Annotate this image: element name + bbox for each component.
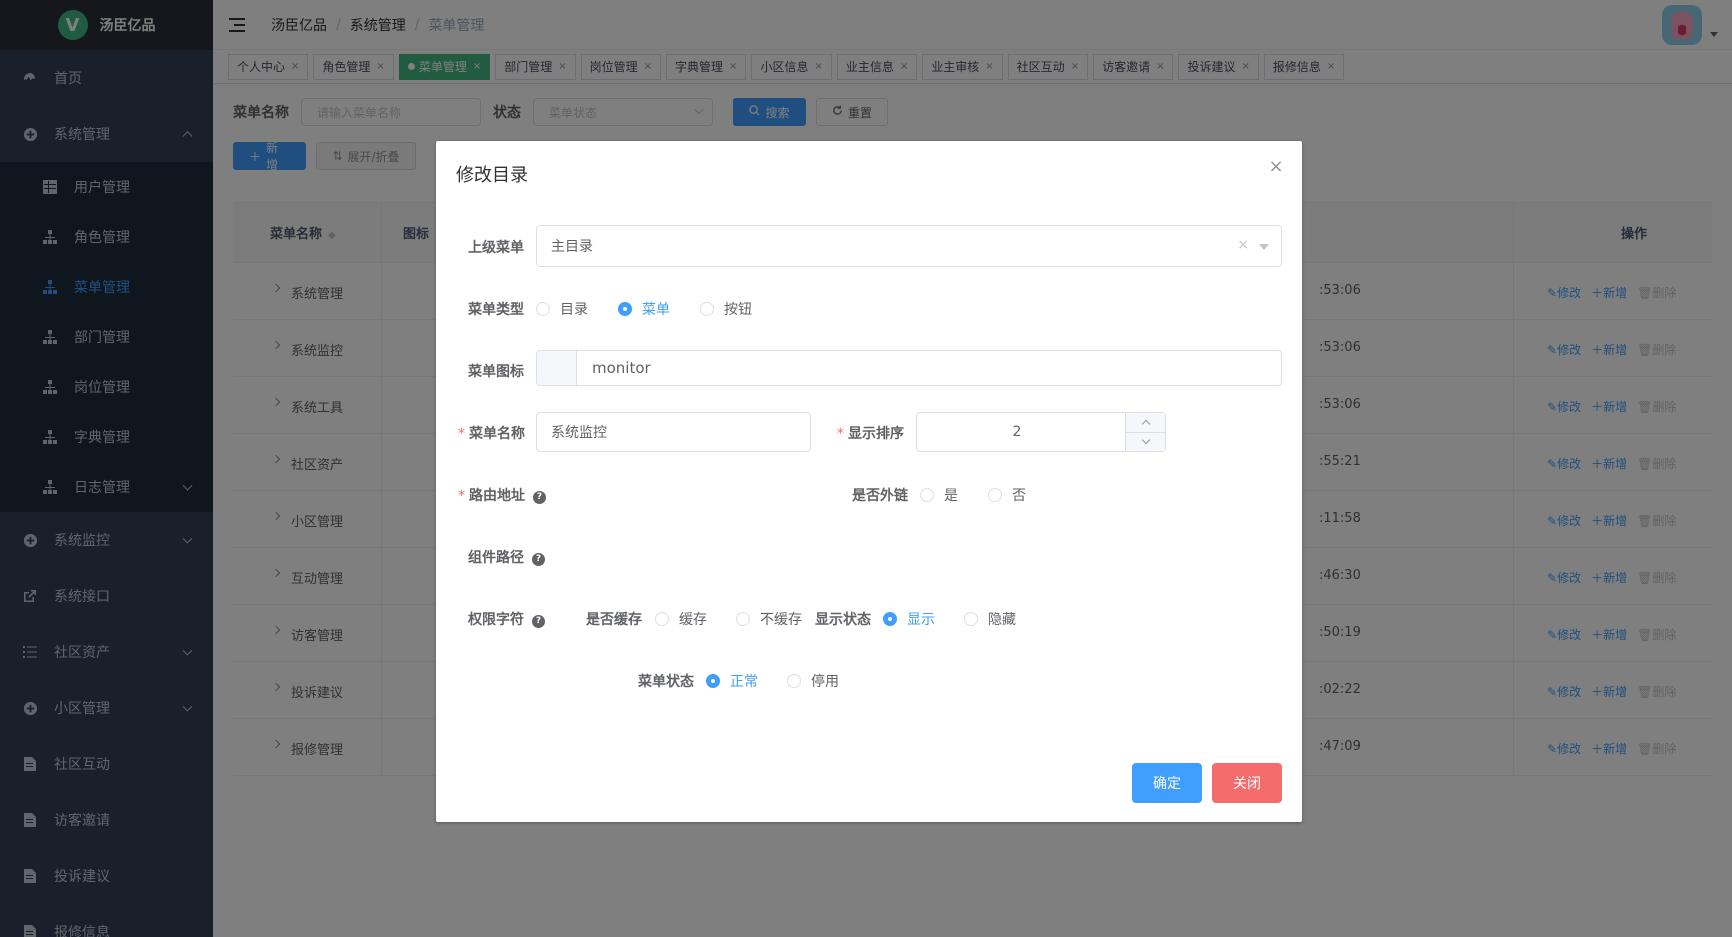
sort-order-value: 2 [1012, 424, 1022, 440]
cache-label: 是否缓存 [586, 612, 642, 628]
parent-menu-select[interactable]: 主目录 × [536, 225, 1282, 267]
question-icon: ? [533, 490, 546, 504]
menu-icon-label: 菜单图标 [468, 364, 524, 380]
sort-order-label: * 显示排序 [837, 426, 904, 442]
close-icon[interactable]: × [1268, 158, 1284, 176]
menu-icon-input[interactable]: monitor [536, 350, 1282, 386]
radio-cache-no[interactable]: 不缓存 [736, 609, 802, 629]
radio-type-directory[interactable]: 目录 [536, 299, 588, 319]
radio-cache-yes[interactable]: 缓存 [655, 609, 707, 629]
menu-name-label: * 菜单名称 [458, 426, 525, 442]
menu-status-label: 菜单状态 [638, 674, 694, 690]
component-path-label: 组件路径? [468, 547, 545, 567]
visible-status-label: 显示状态 [815, 612, 871, 628]
radio-type-button[interactable]: 按钮 [700, 299, 752, 319]
dialog-title: 修改目录 [456, 165, 528, 186]
edit-menu-dialog: 修改目录 × 上级菜单 主目录 × 菜单类型 目录 菜单 按钮 菜单图标 mon… [436, 141, 1302, 822]
chevron-up-icon[interactable] [1126, 413, 1165, 433]
permission-label: 权限字符? [468, 609, 545, 629]
radio-status-disabled[interactable]: 停用 [787, 671, 839, 691]
caret-down-icon [1259, 244, 1269, 250]
chevron-down-icon[interactable] [1126, 432, 1165, 451]
clear-icon[interactable]: × [1237, 237, 1249, 253]
radio-visible-show[interactable]: 显示 [883, 609, 935, 629]
radio-external-yes[interactable]: 是 [920, 485, 958, 505]
radio-visible-hide[interactable]: 隐藏 [964, 609, 1016, 629]
monitor-icon [537, 351, 577, 385]
question-icon: ? [532, 614, 545, 628]
menu-name-input[interactable]: 系统监控 [536, 412, 811, 452]
menu-type-label: 菜单类型 [468, 302, 524, 318]
radio-status-normal[interactable]: 正常 [706, 671, 758, 691]
close-button[interactable]: 关闭 [1212, 763, 1282, 803]
confirm-button[interactable]: 确定 [1132, 763, 1202, 803]
parent-menu-label: 上级菜单 [468, 240, 524, 256]
radio-type-menu[interactable]: 菜单 [618, 299, 670, 319]
stepper-controls [1125, 413, 1165, 451]
sort-order-stepper[interactable]: 2 [916, 412, 1166, 452]
menu-icon-value: monitor [592, 359, 651, 377]
radio-external-no[interactable]: 否 [988, 485, 1026, 505]
route-path-label: * 路由地址? [458, 485, 546, 505]
parent-menu-value: 主目录 [551, 239, 593, 255]
question-icon: ? [532, 552, 545, 566]
external-link-label: 是否外链 [852, 488, 908, 504]
